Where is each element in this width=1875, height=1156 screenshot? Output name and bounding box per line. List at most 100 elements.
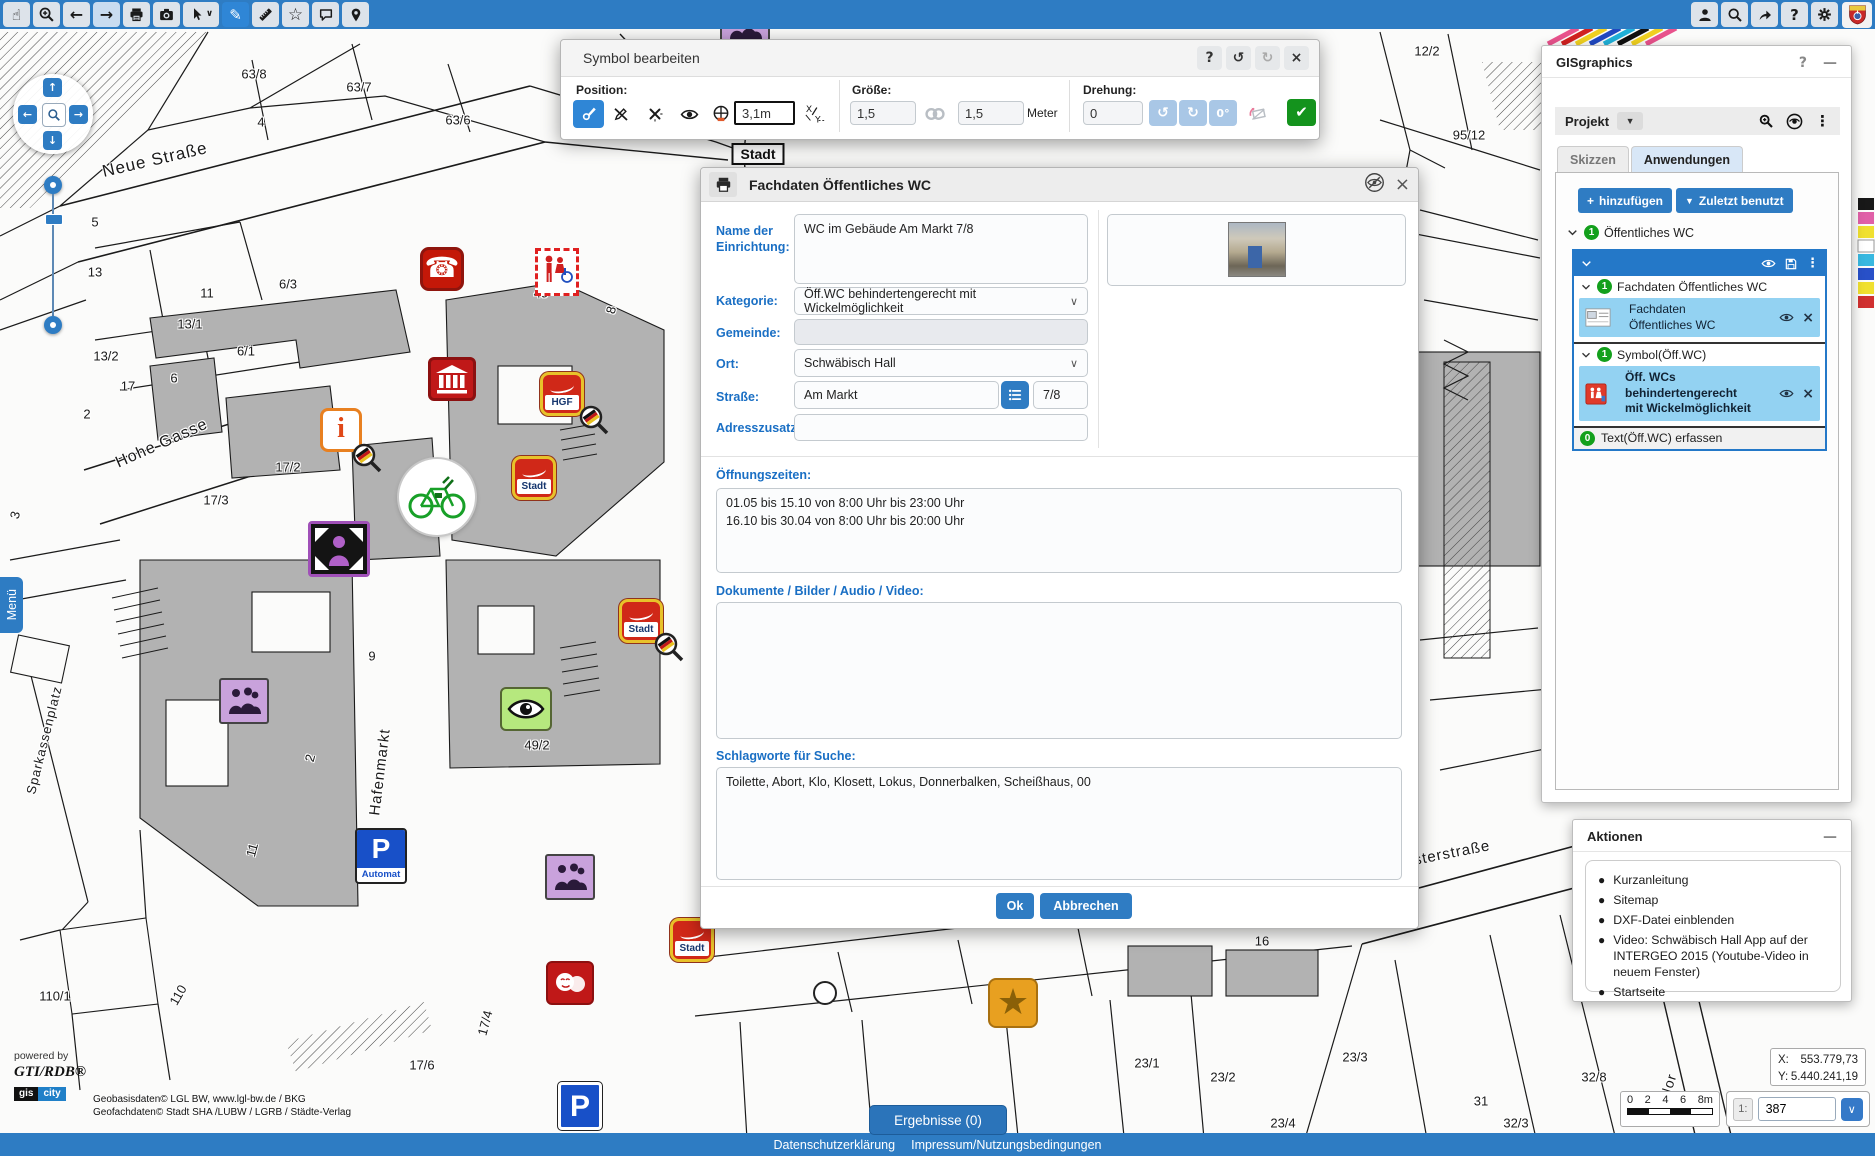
name-input[interactable]: WC im Gebäude Am Markt 7/8 (794, 214, 1088, 284)
poi-sign-stadt[interactable]: Stadt (512, 456, 556, 500)
xy-coordinates-button[interactable]: XY (801, 100, 829, 128)
dokumente-area[interactable] (716, 602, 1402, 739)
rotation-zero-button[interactable]: 0° (1209, 100, 1237, 126)
zoom-in-slider-button[interactable] (44, 176, 62, 194)
poi-eye[interactable] (500, 687, 552, 731)
map-pin-button[interactable] (342, 2, 369, 27)
tree-node-symbol[interactable]: 1 Symbol(Öff.WC) (1574, 342, 1825, 365)
zoom-slider-track[interactable] (52, 194, 54, 316)
adresszusatz-input[interactable] (794, 414, 1088, 441)
history-back-button[interactable]: ← (63, 2, 90, 27)
scale-dropdown-button[interactable]: ∨ (1841, 1098, 1863, 1121)
undo-icon[interactable]: ↺ (1226, 46, 1251, 70)
ort-select[interactable]: Schwäbisch Hall ∨ (794, 349, 1088, 377)
eye-icon[interactable] (1779, 386, 1794, 401)
rotation-input[interactable] (1083, 101, 1143, 125)
pan-hand-button[interactable]: ☝ (3, 2, 30, 27)
zoom-in-button[interactable] (33, 2, 60, 27)
add-button[interactable]: +hinzufügen (1578, 188, 1672, 213)
menu-tab[interactable]: Menü (0, 577, 23, 633)
camera-button[interactable] (153, 2, 180, 27)
aktionen-item[interactable]: ●Kurzanleitung (1598, 873, 1828, 889)
strasse-input[interactable] (794, 381, 999, 409)
poi-pauto[interactable]: PAutomat (355, 828, 407, 884)
tree-item-fachdaten[interactable]: FachdatenÖffentliches WC × (1579, 298, 1820, 337)
footer-link[interactable]: Datenschutzerklärung (773, 1138, 895, 1152)
rotate-left-button[interactable]: ↺ (1149, 100, 1177, 126)
schwaebisch-hall-crest-icon[interactable] (1842, 2, 1872, 28)
gemeinde-input[interactable] (794, 319, 1088, 345)
aktionen-item[interactable]: ●Sitemap (1598, 893, 1828, 909)
eye-icon[interactable] (1779, 310, 1794, 325)
remove-icon[interactable]: × (1802, 311, 1814, 325)
poi-star[interactable]: ★ (988, 978, 1038, 1028)
tree-group-header[interactable]: ⋮ (1574, 251, 1825, 276)
share-button[interactable] (1751, 2, 1778, 27)
remove-icon[interactable]: × (1802, 387, 1814, 401)
link-size-button[interactable] (921, 100, 949, 128)
poi-people[interactable] (219, 678, 269, 724)
tree-root-node[interactable]: 1 Öffentliches WC (1566, 225, 1694, 240)
pan-left-button[interactable]: ← (18, 105, 37, 124)
zoom-out-slider-button[interactable] (44, 316, 62, 334)
search-icon[interactable] (1758, 113, 1774, 129)
schlagworte-input[interactable]: Toilette, Abort, Klo, Klosett, Lokus, Do… (716, 767, 1402, 880)
tree-item-symbol[interactable]: Öff. WCsbehindertengerechtmit Wickelmögl… (1579, 366, 1820, 421)
confirm-check-button[interactable]: ✔ (1287, 99, 1316, 126)
pencil-slash-button[interactable] (607, 100, 635, 128)
building-photo[interactable] (1228, 222, 1286, 277)
tab-skizzen[interactable]: Skizzen (1557, 146, 1629, 173)
draw-pencil-button[interactable]: ✎ (222, 2, 249, 27)
scale-input[interactable] (1758, 1097, 1836, 1121)
tree-node-text-erfassen[interactable]: 0 Text(Öff.WC) erfassen (1574, 426, 1825, 449)
comment-bubble-button[interactable] (312, 2, 339, 27)
minimize-icon[interactable]: — (1823, 830, 1837, 844)
aktionen-item[interactable]: ●DXF-Datei einblenden (1598, 913, 1828, 929)
save-icon[interactable] (1784, 257, 1798, 271)
settings-button[interactable] (1811, 2, 1838, 27)
size-width-input[interactable] (850, 101, 916, 125)
aktionen-item[interactable]: ●Startseite (1598, 985, 1828, 1001)
poi-magnifier[interactable] (652, 630, 686, 664)
poi-circle[interactable] (813, 981, 837, 1005)
reset-rotation-icon[interactable] (1243, 100, 1271, 128)
visibility-icon[interactable] (1786, 113, 1803, 130)
redo-icon[interactable]: ↻ (1255, 46, 1280, 70)
close-icon[interactable]: × (1395, 176, 1410, 194)
poi-p[interactable]: P (558, 1082, 602, 1130)
poi-wc[interactable] (535, 248, 579, 296)
recently-used-button[interactable]: ▼Zuletzt benutzt (1676, 188, 1793, 213)
vertex-snap-button[interactable] (641, 100, 669, 128)
select-cursor-button[interactable]: ∨ (183, 2, 219, 27)
poi-masks[interactable] (546, 961, 594, 1005)
fachdaten-dialog-header[interactable]: Fachdaten Öffentliches WC × (701, 168, 1418, 202)
poi-museum[interactable] (428, 357, 476, 401)
history-forward-button[interactable]: → (93, 2, 120, 27)
cancel-button[interactable]: Abbrechen (1040, 893, 1132, 919)
symbol-dialog-header[interactable]: Symbol bearbeiten ? ↺ ↻ × (561, 40, 1319, 77)
project-dropdown-button[interactable]: ▼ (1617, 112, 1643, 130)
poi-labelbox-stadt[interactable]: Stadt (732, 143, 785, 165)
help-icon[interactable]: ? (1197, 46, 1222, 70)
rotate-right-button[interactable]: ↻ (1179, 100, 1207, 126)
measure-ruler-button[interactable] (252, 2, 279, 27)
poi-magnifier[interactable] (350, 441, 384, 475)
zoom-slider-handle[interactable] (45, 214, 63, 225)
search-button[interactable] (1721, 2, 1748, 27)
poi-meeting[interactable] (308, 521, 370, 577)
tab-anwendungen[interactable]: Anwendungen (1631, 146, 1743, 173)
snap-radius-button[interactable] (707, 100, 735, 128)
close-icon[interactable]: × (1284, 46, 1309, 70)
kebab-menu-icon[interactable]: ⋮ (1815, 114, 1830, 129)
kategorie-select[interactable]: Öff.WC behindertengerecht mit Wickelmögl… (794, 287, 1088, 315)
print-button[interactable] (123, 2, 150, 27)
poi-phone[interactable]: ☎ (420, 247, 464, 291)
help-icon[interactable]: ? (1799, 56, 1807, 70)
favorites-star-button[interactable]: ☆ (282, 2, 309, 27)
printer-icon[interactable] (709, 172, 737, 197)
kebab-menu-icon[interactable]: ⋮ (1806, 257, 1819, 270)
pan-up-button[interactable]: ↑ (43, 78, 62, 97)
pan-right-button[interactable]: → (69, 105, 88, 124)
visibility-button[interactable] (675, 100, 703, 128)
zoom-box-button[interactable] (42, 103, 66, 127)
